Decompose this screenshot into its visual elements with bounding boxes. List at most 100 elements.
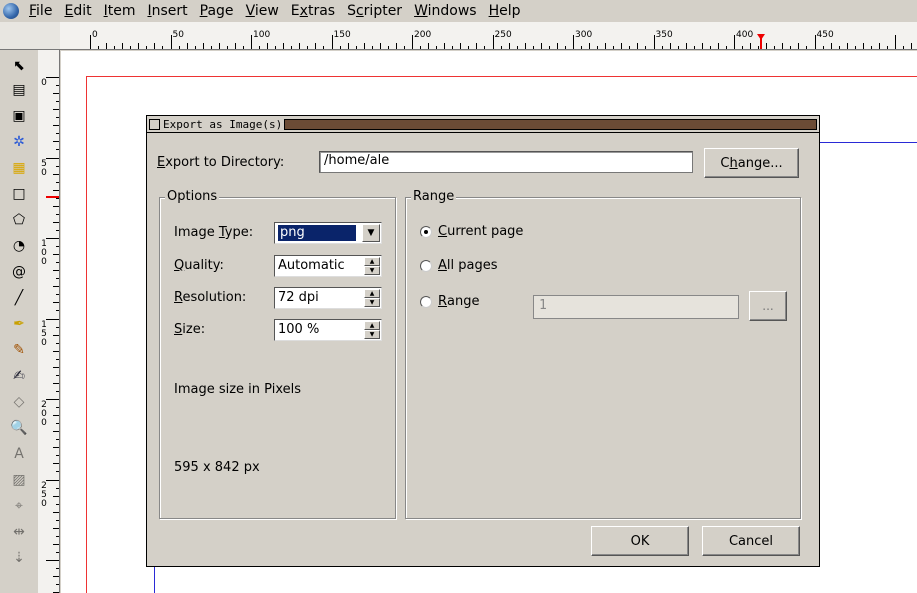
menu-help[interactable]: Help: [483, 3, 527, 19]
image-type-label-rest: ype:: [224, 225, 254, 240]
line-tool-icon[interactable]: ╱: [9, 288, 29, 308]
menubar: File Edit Item Insert Page View Extras Scripter…: [0, 0, 917, 22]
menu-insert[interactable]: Insert: [141, 3, 193, 19]
export-directory-input[interactable]: /home/ale: [319, 151, 693, 173]
text-frame-tool-icon[interactable]: ▤: [9, 80, 29, 100]
menu-extras[interactable]: Extras: [285, 3, 341, 19]
ruler-tick: [573, 35, 574, 49]
radio-checked-icon[interactable]: [420, 225, 432, 238]
ruler-tick: [106, 43, 108, 49]
size-value: 100 %: [278, 322, 320, 337]
ruler-tick: [790, 46, 792, 49]
calligraphic-tool-icon[interactable]: ✍: [9, 366, 29, 386]
freehand-tool-icon[interactable]: ✎: [9, 340, 29, 360]
spin-down-icon[interactable]: ▼: [364, 266, 380, 275]
spin-down-icon[interactable]: ▼: [364, 298, 380, 307]
menu-label-mnemonic: c: [355, 3, 364, 19]
menu-label-rest: tras: [307, 3, 336, 19]
all-pages-radio[interactable]: All pages: [420, 258, 498, 273]
change-directory-button[interactable]: Ch ange...: [704, 148, 799, 178]
ruler-tick: [862, 43, 864, 49]
ruler-tick: [56, 358, 59, 360]
close-icon[interactable]: [149, 118, 160, 130]
bezier-tool-icon[interactable]: ✒: [9, 314, 29, 334]
menu-item[interactable]: Item: [98, 3, 142, 19]
ruler-tick: [170, 35, 172, 49]
range-group-title: Range: [411, 189, 457, 204]
measure-tool-icon[interactable]: ⇹: [9, 522, 29, 542]
select-tool-icon[interactable]: ⬉: [9, 56, 29, 76]
quality-spinbox[interactable]: Automatic ▲ ▼: [274, 255, 382, 277]
ruler-tick: [218, 43, 220, 49]
spin-down-icon[interactable]: ▼: [364, 330, 380, 339]
arc-tool-icon[interactable]: ◔: [9, 236, 29, 256]
menu-view[interactable]: View: [240, 3, 285, 19]
ruler-tick: [46, 318, 59, 320]
ruler-tick: [806, 46, 808, 49]
ruler-tick: [444, 43, 446, 49]
link-frames-tool-icon[interactable]: ▨: [9, 470, 29, 490]
shape-tool-icon[interactable]: □: [9, 184, 29, 204]
ruler-tick: [210, 46, 212, 49]
eyedropper-tool-icon[interactable]: ⇣: [9, 548, 29, 568]
ruler-tick: [685, 43, 687, 49]
vertical-ruler[interactable]: 0 50 100 150 200 250: [38, 50, 60, 593]
render-frame-tool-icon[interactable]: ✲: [9, 132, 29, 152]
ruler-tick: [645, 46, 647, 49]
zoom-tool-icon[interactable]: 🔍: [9, 418, 29, 438]
current-page-radio[interactable]: Current page: [420, 224, 523, 239]
menu-edit[interactable]: Edit: [58, 3, 97, 19]
image-type-select[interactable]: png ▼: [274, 222, 382, 244]
quality-spin-buttons[interactable]: ▲ ▼: [364, 257, 380, 275]
spin-up-icon[interactable]: ▲: [364, 321, 380, 330]
ruler-tick: [56, 133, 59, 135]
ruler-tick: [629, 46, 631, 49]
ruler-tick: [798, 43, 800, 49]
range-radio[interactable]: Range: [420, 294, 480, 309]
radio-unchecked-icon[interactable]: [420, 295, 432, 308]
size-spin-buttons[interactable]: ▲ ▼: [364, 321, 380, 339]
image-frame-tool-icon[interactable]: ▣: [9, 106, 29, 126]
ruler-tick: [53, 334, 59, 336]
menu-label-rest: nsert: [151, 3, 188, 19]
horizontal-ruler[interactable]: 0 50 100 150 200 250 300 350 400 450: [38, 22, 917, 50]
table-tool-icon[interactable]: ▦: [9, 158, 29, 178]
ruler-tick: [420, 46, 422, 49]
ruler-tick: [186, 43, 188, 49]
spin-up-icon[interactable]: ▲: [364, 257, 380, 266]
spiral-tool-icon[interactable]: @: [9, 262, 29, 282]
chevron-down-icon[interactable]: ▼: [362, 224, 380, 242]
ruler-tick: [581, 46, 583, 49]
ruler-label: 200: [414, 30, 432, 40]
menu-page[interactable]: Page: [194, 3, 240, 19]
ruler-tick: [53, 511, 59, 513]
ruler-tick: [56, 181, 59, 183]
ruler-tick: [299, 43, 301, 49]
page-range-input[interactable]: 1: [533, 295, 739, 319]
resolution-spinbox[interactable]: 72 dpi ▲ ▼: [274, 287, 382, 309]
page-range-value: 1: [539, 298, 547, 313]
rotate-tool-icon[interactable]: ◇: [9, 392, 29, 412]
size-spinbox[interactable]: 100 % ▲ ▼: [274, 319, 382, 341]
ruler-tick: [750, 43, 752, 49]
ruler-tick: [508, 43, 510, 49]
ruler-tick: [379, 43, 381, 49]
ruler-tick: [53, 415, 59, 417]
dialog-titlebar[interactable]: Export as Image(s): [147, 116, 819, 133]
cancel-button[interactable]: Cancel: [702, 526, 800, 556]
ruler-tick: [53, 366, 59, 368]
radio-unchecked-icon[interactable]: [420, 259, 432, 272]
menu-windows[interactable]: Windows: [408, 3, 483, 19]
edit-text-tool-icon[interactable]: A: [9, 444, 29, 464]
page-range-picker-button[interactable]: ...: [749, 291, 787, 321]
spin-up-icon[interactable]: ▲: [364, 289, 380, 298]
menu-scripter[interactable]: Scripter: [341, 3, 408, 19]
ruler-tick: [355, 46, 357, 49]
unlink-frames-tool-icon[interactable]: ⌖: [9, 496, 29, 516]
ruler-tick: [870, 46, 872, 49]
ruler-corner[interactable]: [0, 22, 60, 50]
ok-button[interactable]: OK: [591, 526, 689, 556]
menu-file[interactable]: File: [23, 3, 58, 19]
resolution-spin-buttons[interactable]: ▲ ▼: [364, 289, 380, 307]
polygon-tool-icon[interactable]: ⬠: [9, 210, 29, 230]
